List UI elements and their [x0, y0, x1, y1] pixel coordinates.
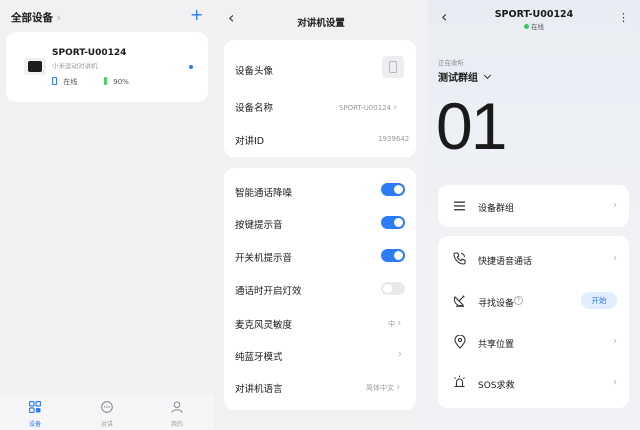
person-icon: [171, 401, 183, 413]
noise-reduction-toggle[interactable]: [381, 183, 405, 196]
options-card: 智能通话降噪 按键提示音 开关机提示音 通话时开启灯效 麦克风灵敏度 中 › 纯…: [224, 168, 416, 410]
settings-screen: ‹ 对讲机设置 设备头像 设备名称 SPORT-U00124 › 对讲ID 19…: [214, 0, 428, 430]
online-label: 在线: [63, 78, 78, 86]
chevron-right-icon: ›: [613, 200, 617, 211]
devices-screen: 全部设备 › + SPORT-U00124 小米运动对讲机 在线 90% 设备: [0, 0, 214, 430]
power-tone-toggle[interactable]: [381, 249, 405, 262]
chevron-right-icon: ›: [613, 336, 617, 347]
phone-status-icon: [52, 77, 57, 85]
chevron-right-icon: ›: [393, 102, 398, 113]
device-status: 在线: [52, 77, 77, 87]
features-card: 快捷语音通话 › 寻找设备 ? 开始 共享位置 › SOS求救 ›: [438, 236, 629, 408]
chevron-right-icon: ›: [613, 377, 617, 388]
share-location-label[interactable]: 共享位置: [478, 337, 514, 350]
bluetooth-mode-label[interactable]: 纯蓝牙模式: [235, 349, 283, 363]
device-name-text: SPORT-U00124: [339, 104, 392, 112]
device-name-label: 设备名称: [235, 103, 274, 114]
device-name-value[interactable]: SPORT-U00124 ›: [339, 102, 397, 113]
device-avatar[interactable]: [382, 56, 404, 78]
device-info-card: 设备头像 设备名称 SPORT-U00124 › 对讲ID 1939642: [224, 40, 416, 157]
online-dot-icon: [524, 24, 529, 29]
device-group-label: 设备群组: [478, 204, 515, 214]
language-label: 对讲机语言: [235, 384, 283, 395]
grid-icon: [28, 400, 42, 414]
tab-devices-label: 设备: [28, 421, 41, 428]
menu-icon: [454, 201, 465, 211]
unread-dot: [189, 65, 193, 69]
chevron-right-icon: ›: [396, 382, 401, 393]
battery-status: 90%: [104, 77, 129, 86]
add-device-button[interactable]: +: [190, 5, 203, 24]
location-icon: [454, 335, 466, 349]
intercom-id-value: 1939642: [378, 135, 410, 143]
language-text: 简体中文: [366, 384, 394, 392]
settings-title: 对讲机设置: [297, 18, 345, 29]
channel-number: 01: [436, 89, 507, 163]
tab-me[interactable]: 我的: [152, 398, 202, 428]
intercom-screen: ‹ SPORT-U00124 在线 ⋮ 正在收听 测试群组 01 设备群组 › …: [428, 0, 640, 430]
avatar-label: 设备头像: [235, 66, 274, 77]
walkie-talkie-icon: [389, 61, 397, 73]
call-light-toggle[interactable]: [381, 282, 405, 295]
alarm-icon: [454, 375, 465, 388]
phone-icon: [453, 252, 466, 265]
tab-devices[interactable]: 设备: [10, 398, 60, 428]
key-tone-toggle[interactable]: [381, 216, 405, 229]
device-name: SPORT-U00124: [52, 48, 127, 58]
device-group-card[interactable]: 设备群组 ›: [438, 185, 629, 227]
tab-intercom[interactable]: 对讲: [82, 398, 132, 428]
all-devices-title[interactable]: 全部设备 ›: [11, 10, 61, 25]
sos-label[interactable]: SOS求救: [478, 378, 515, 391]
power-tone-label: 开关机提示音: [235, 253, 293, 264]
device-thumbnail: [24, 58, 46, 75]
walkie-talkie-icon: [28, 61, 42, 72]
chevron-right-icon: ›: [397, 318, 402, 329]
intercom-status-text: 在线: [531, 23, 544, 31]
chat-icon: [101, 401, 113, 413]
chevron-right-icon: ›: [398, 349, 402, 360]
tab-intercom-label: 对讲: [100, 421, 113, 428]
language-value[interactable]: 简体中文 ›: [366, 382, 400, 393]
battery-icon: [104, 77, 107, 85]
intercom-id-label: 对讲ID: [235, 136, 265, 147]
help-icon[interactable]: ?: [514, 296, 523, 305]
key-tone-label: 按键提示音: [235, 220, 283, 231]
receiving-label: 正在收听: [438, 59, 464, 67]
chevron-right-icon: ›: [56, 11, 62, 24]
call-light-label: 通话时开启灯效: [235, 286, 302, 297]
find-start-button[interactable]: 开始: [581, 292, 617, 309]
tab-me-label: 我的: [170, 421, 183, 428]
mic-sensitivity-value[interactable]: 中 ›: [388, 318, 401, 329]
mic-sensitivity-label: 麦克风灵敏度: [235, 320, 293, 331]
all-devices-label: 全部设备: [11, 12, 53, 24]
battery-level: 90%: [113, 78, 129, 86]
device-card[interactable]: SPORT-U00124 小米运动对讲机 在线 90%: [6, 32, 208, 102]
group-name: 测试群组: [438, 73, 478, 84]
intercom-title: SPORT-U00124: [494, 9, 574, 20]
group-selector[interactable]: 测试群组: [438, 69, 492, 84]
find-device-label: 寻找设备: [478, 299, 515, 309]
noise-reduction-label: 智能通话降噪: [235, 188, 293, 199]
device-subtitle: 小米运动对讲机: [52, 62, 98, 70]
mic-sensitivity-text: 中: [388, 320, 395, 328]
radar-icon: [453, 295, 465, 307]
chevron-down-icon: [484, 71, 492, 80]
intercom-status: 在线: [428, 21, 640, 31]
quick-call-label[interactable]: 快捷语音通话: [478, 254, 532, 267]
chevron-right-icon: ›: [613, 253, 617, 264]
more-menu-button[interactable]: ⋮: [618, 11, 629, 24]
bluetooth-mode-chevron: ›: [398, 349, 402, 360]
